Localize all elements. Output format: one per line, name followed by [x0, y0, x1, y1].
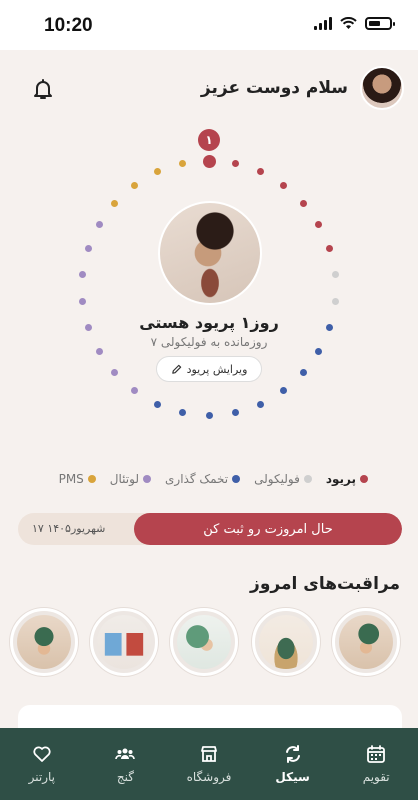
cycle-day-dot[interactable]: [95, 348, 103, 355]
cycle-day-dot[interactable]: [280, 181, 288, 189]
legend-dot: [303, 475, 312, 483]
wifi-icon: [340, 17, 357, 29]
shop-icon: [201, 746, 217, 762]
nav-community-label: گنج: [116, 770, 134, 784]
phase-illustration: [158, 201, 262, 305]
signal-icon: [314, 17, 332, 30]
legend-dot: [232, 475, 241, 483]
legend-dot: [360, 475, 368, 483]
cycle-day-dot[interactable]: [280, 387, 288, 395]
cycle-day-dot[interactable]: [231, 160, 239, 168]
cycle-day-dot[interactable]: [257, 168, 265, 176]
cycle-day-dot[interactable]: [79, 297, 87, 305]
cycle-day-dot[interactable]: [111, 369, 119, 377]
cycle-ring: ۱ روز۱ پریود هستی ۷ روزمانده به فولیکولی…: [0, 125, 418, 445]
care-cards: [0, 608, 418, 680]
cycle-day-dot[interactable]: [315, 348, 323, 355]
cycle-day-dot[interactable]: [179, 160, 187, 168]
cycle-day-dot[interactable]: [299, 369, 307, 377]
heart-icon: [33, 746, 51, 762]
legend-item: تخمک گذاری: [165, 472, 241, 486]
cycle-day-dot[interactable]: [153, 168, 161, 176]
legend-label: پریود: [325, 472, 356, 486]
log-mood-bar: ۱۷ شهریور۱۴۰۵ حال امروزت رو ثبت کن: [18, 513, 402, 545]
nav-calendar-label: تقویم: [362, 770, 390, 784]
cycle-day-dot[interactable]: [153, 400, 161, 408]
cycle-day-dot[interactable]: [257, 400, 265, 408]
care-card[interactable]: [332, 608, 400, 676]
community-icon: [115, 748, 136, 760]
legend-item: پریود: [326, 472, 368, 486]
woman-praying-icon: [259, 615, 313, 669]
legend-label: PMS: [58, 472, 84, 486]
care-card[interactable]: [252, 608, 320, 676]
jars-icon: [97, 615, 151, 669]
bell-icon[interactable]: [31, 77, 55, 101]
header: سلام دوست عزیز: [0, 60, 418, 120]
cycle-day-dot[interactable]: [130, 387, 138, 395]
cycle-day-dot[interactable]: [331, 271, 339, 279]
woman-sleeping-icon: [177, 615, 231, 669]
cycle-day-dot[interactable]: [95, 221, 103, 228]
legend-label: تخمک گذاری: [165, 472, 229, 486]
calendar-icon: [367, 745, 386, 763]
nav-partner-label: پارتنر: [28, 770, 55, 784]
care-card[interactable]: [170, 608, 238, 676]
legend-item: لوتئال: [110, 472, 151, 486]
current-day-dot[interactable]: [203, 155, 216, 168]
legend-label: لوتئال: [109, 472, 139, 486]
cycle-day-dot[interactable]: [299, 199, 307, 207]
legend-item: PMS: [59, 472, 96, 486]
battery-icon: [365, 17, 395, 30]
avatar[interactable]: [360, 66, 404, 110]
log-mood-button[interactable]: حال امروزت رو ثبت کن: [134, 513, 402, 545]
cycle-day-dot[interactable]: [315, 221, 323, 228]
bottom-nav: تقویم سیکل فروشگاه گنج پارتنر: [0, 728, 418, 800]
cycle-day-dot[interactable]: [130, 181, 138, 189]
nav-cycle-label: سیکل: [275, 770, 310, 784]
pencil-icon: [171, 364, 181, 374]
legend-dot: [143, 475, 151, 483]
care-section-title: مراقبت‌های امروز: [250, 574, 400, 594]
cycle-icon: [285, 745, 300, 763]
nav-partner[interactable]: پارتنر: [7, 744, 77, 784]
today-date: ۱۷ شهریور۱۴۰۵: [32, 522, 106, 535]
status-icons: [314, 17, 395, 30]
nav-shop[interactable]: فروشگاه: [174, 744, 244, 784]
current-day-badge: ۱: [198, 129, 220, 151]
cycle-day-dot[interactable]: [111, 199, 119, 207]
cycle-day-dot[interactable]: [231, 408, 239, 416]
legend-dot: [87, 475, 96, 483]
nav-shop-label: فروشگاه: [186, 770, 232, 784]
care-card[interactable]: [10, 608, 78, 676]
care-card[interactable]: [90, 608, 158, 676]
legend-label: فولیکولی: [254, 472, 300, 486]
status-time: 10:20: [44, 15, 93, 36]
phase-legend: پریود فولیکولی تخمک گذاری لوتئال PMS: [0, 470, 418, 488]
cycle-day-dot[interactable]: [179, 408, 187, 416]
nav-community[interactable]: گنج: [90, 744, 160, 784]
greeting-title: سلام دوست عزیز: [200, 78, 348, 98]
cycle-day-dot[interactable]: [205, 411, 213, 419]
woman-resting-icon: [339, 615, 393, 669]
nav-cycle[interactable]: سیکل: [258, 744, 328, 784]
nav-calendar[interactable]: تقویم: [341, 744, 411, 784]
cycle-day-dot[interactable]: [331, 297, 339, 305]
edit-period-label: ویرایش پریود: [186, 362, 248, 376]
phase-subtitle: ۷ روزمانده به فولیکولی: [150, 335, 268, 349]
cycle-day-dot[interactable]: [326, 245, 334, 253]
status-bar: 10:20: [0, 0, 418, 50]
cycle-day-dot[interactable]: [84, 245, 92, 253]
legend-item: فولیکولی: [254, 472, 312, 486]
edit-period-button[interactable]: ویرایش پریود: [156, 356, 262, 382]
woman-tired-icon: [17, 615, 71, 669]
phase-title: روز۱ پریود هستی: [139, 313, 279, 332]
cycle-day-dot[interactable]: [79, 271, 87, 279]
